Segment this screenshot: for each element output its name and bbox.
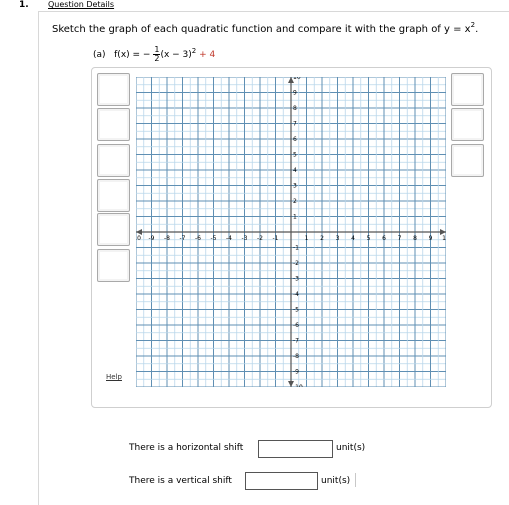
y-tick-label: -5: [293, 307, 299, 314]
y-tick-label: 10: [293, 77, 301, 81]
x-tick-label: -9: [149, 235, 155, 242]
graph-tool-button-2[interactable]: [97, 108, 130, 141]
function-constant: + 4: [196, 50, 216, 60]
x-tick-label: -5: [211, 235, 217, 242]
vertical-shift-unit: unit(s): [321, 476, 351, 486]
y-tick-label: 4: [293, 167, 297, 174]
y-tick-label: 7: [293, 121, 297, 128]
x-tick-label: -6: [195, 235, 201, 242]
x-tick-label: -10: [136, 235, 141, 242]
x-tick-label: -3: [242, 235, 248, 242]
question-number: 1.: [19, 0, 29, 10]
x-tick-label: -1: [273, 235, 279, 242]
y-tick-label: -4: [293, 291, 299, 298]
y-tick-label: -3: [293, 276, 299, 283]
graph-tool-button-4[interactable]: [97, 179, 130, 212]
x-tick-label: -7: [180, 235, 186, 242]
instruction: Sketch the graph of each quadratic funct…: [52, 21, 478, 35]
y-tick-label: 5: [293, 152, 297, 159]
y-tick-label: 8: [293, 105, 297, 112]
graph-tool-button-6[interactable]: [97, 249, 130, 282]
x-tick-label: 3: [336, 235, 340, 242]
y-tick-label: -8: [293, 353, 299, 360]
y-tick-label: 3: [293, 183, 297, 190]
divider-line: [38, 11, 509, 12]
part-a-function: (a) f(x) = − 1 2 (x − 3)2 + 4: [93, 46, 215, 63]
vertical-shift-label: There is a vertical shift: [129, 476, 232, 486]
help-link[interactable]: Help: [106, 373, 122, 381]
x-tick-label: 6: [382, 235, 386, 242]
x-tick-label: 9: [429, 235, 433, 242]
y-tick-label: -10: [293, 384, 303, 387]
graph-tool-right-2[interactable]: [451, 108, 484, 141]
function-name: f(x) = −: [114, 50, 151, 60]
vertical-shift-input[interactable]: [245, 472, 318, 490]
graph-tool-right-3[interactable]: [451, 144, 484, 177]
instruction-text: Sketch the graph of each quadratic funct…: [52, 24, 471, 35]
y-tick-label: -7: [293, 338, 299, 345]
y-tick-label: 6: [293, 136, 297, 143]
x-tick-label: 7: [398, 235, 402, 242]
x-tick-label: -8: [164, 235, 170, 242]
y-tick-label: 1: [293, 214, 297, 221]
y-tick-label: 2: [293, 198, 297, 205]
horizontal-shift-unit: unit(s): [336, 443, 366, 453]
function-expression: (x − 3): [160, 50, 192, 60]
graph-tool-right-1[interactable]: [451, 73, 484, 106]
y-tick-label: -1: [293, 245, 299, 252]
part-label: (a): [93, 50, 106, 60]
x-tick-label: 8: [413, 235, 417, 242]
y-tick-label: -2: [293, 260, 299, 267]
horizontal-shift-input[interactable]: [258, 440, 333, 458]
horizontal-shift-label: There is a horizontal shift: [129, 443, 244, 453]
graph-tool-button-5[interactable]: [97, 213, 130, 246]
question-details-link[interactable]: Question Details: [48, 0, 114, 9]
x-tick-label: -4: [226, 235, 232, 242]
graph-tool-button-3[interactable]: [97, 144, 130, 177]
x-tick-label: 4: [351, 235, 355, 242]
x-tick-label: 10: [442, 235, 446, 242]
graph-tool-button-1[interactable]: [97, 73, 130, 106]
x-tick-label: 1: [305, 235, 309, 242]
coordinate-grid[interactable]: -10 -9 -8 -7 -6 -5 -4 -3 -2 -1 1 2 3 4 5 6 7 8 9 10 10 9 8 7 6 5 4…: [136, 77, 446, 387]
y-tick-label: -9: [293, 369, 299, 376]
instruction-end: .: [475, 24, 479, 35]
text-cursor: [355, 473, 356, 487]
y-tick-label: -6: [293, 322, 299, 329]
left-border: [38, 11, 39, 505]
x-tick-label: 2: [320, 235, 324, 242]
x-tick-label: 5: [367, 235, 371, 242]
x-tick-label: -2: [257, 235, 263, 242]
y-tick-label: 9: [293, 90, 297, 97]
